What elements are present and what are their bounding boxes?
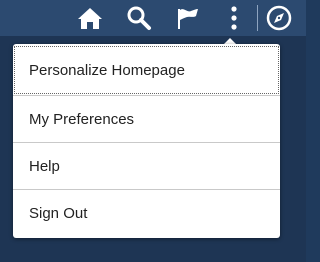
- actions-menu: Personalize Homepage My Preferences Help…: [13, 44, 280, 238]
- search-icon: [126, 5, 152, 31]
- actions-button[interactable]: [218, 3, 250, 33]
- search-button[interactable]: [123, 3, 155, 33]
- menu-item-label: Sign Out: [29, 204, 88, 222]
- vertical-ellipsis-icon: [230, 5, 238, 31]
- top-banner: [0, 0, 306, 36]
- navbar-button[interactable]: [263, 3, 295, 33]
- menu-item-label: Help: [29, 157, 60, 175]
- menu-item-my-preferences[interactable]: My Preferences: [13, 95, 280, 142]
- header-divider: [257, 5, 258, 31]
- menu-item-help[interactable]: Help: [13, 142, 280, 189]
- notifications-button[interactable]: [171, 3, 203, 33]
- compass-icon: [265, 4, 293, 32]
- menu-item-label: Personalize Homepage: [29, 62, 185, 79]
- menu-item-sign-out[interactable]: Sign Out: [13, 189, 280, 236]
- flag-icon: [174, 6, 200, 30]
- home-button[interactable]: [74, 3, 106, 33]
- menu-item-personalize-homepage[interactable]: Personalize Homepage: [13, 46, 280, 95]
- menu-item-label: My Preferences: [29, 110, 135, 128]
- home-icon: [77, 6, 103, 30]
